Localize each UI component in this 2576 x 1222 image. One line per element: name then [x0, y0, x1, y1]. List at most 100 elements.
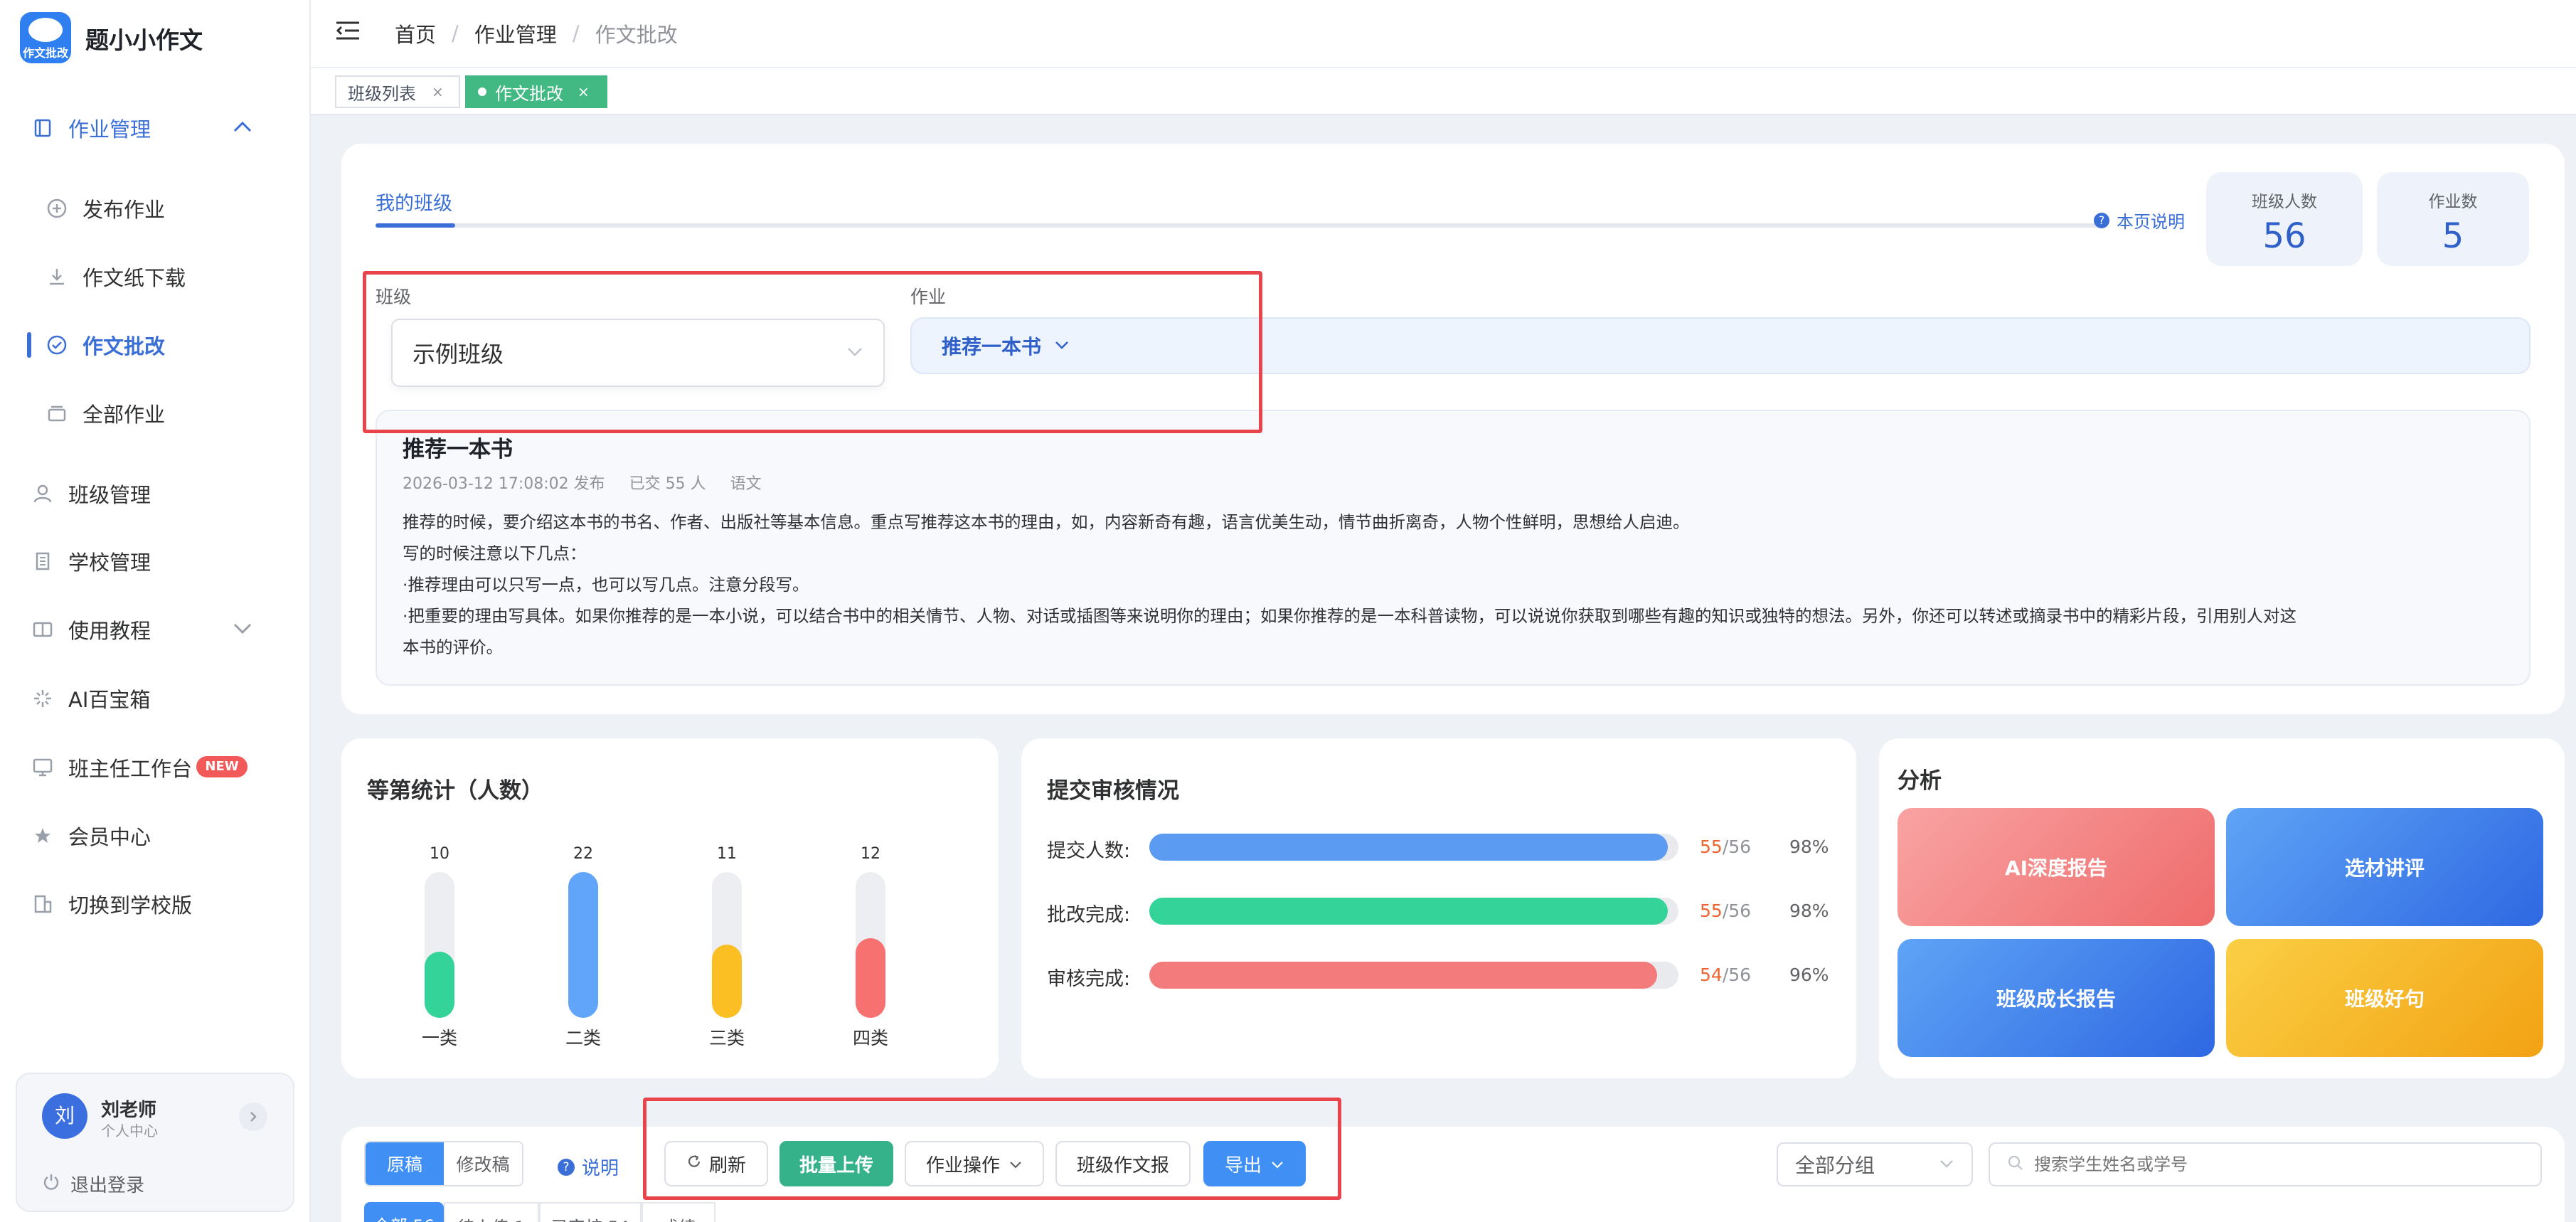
- bar-category-label: 一类: [421, 1028, 457, 1048]
- bar-value-label: 22: [573, 845, 593, 863]
- download-icon: [43, 266, 71, 287]
- review-count: 55/56: [1700, 836, 1751, 857]
- bar-category-label: 四类: [852, 1028, 888, 1048]
- sidebar-item-label: AI百宝箱: [68, 688, 151, 712]
- tab-scores[interactable]: 成绩: [642, 1202, 715, 1222]
- class-good-sentences-tile[interactable]: 班级好句: [2226, 939, 2543, 1057]
- tab-class-list[interactable]: 班级列表 ×: [335, 75, 460, 108]
- chevron-down-icon[interactable]: [232, 619, 253, 640]
- sidebar-item-label: 作文纸下载: [83, 266, 186, 290]
- stat-label: 作业数: [2428, 193, 2478, 211]
- grade-bars: 10 一类 22 二类 11 三类 12 四类: [341, 738, 999, 1078]
- breadcrumb-home[interactable]: 首页: [395, 18, 436, 48]
- assignment-submitted: 已交 55 人: [629, 475, 706, 493]
- sidebar-item-download[interactable]: 作文纸下载: [43, 262, 186, 292]
- tab-pending-upload[interactable]: 待上传 1: [444, 1202, 539, 1222]
- stat-value: 56: [2262, 216, 2306, 256]
- close-icon[interactable]: ×: [578, 83, 590, 100]
- logout-button[interactable]: 退出登录: [42, 1171, 144, 1197]
- bar-category-label: 二类: [565, 1028, 601, 1048]
- search-input[interactable]: [2034, 1154, 2518, 1174]
- review-percent: 98%: [1789, 900, 1829, 921]
- progress-fill: [1149, 962, 1657, 989]
- tab-my-class[interactable]: 我的班级: [376, 188, 452, 216]
- group-select[interactable]: 全部分组: [1777, 1142, 1973, 1186]
- sidebar-item-label: 作业管理: [68, 117, 151, 142]
- bar-category-label: 三类: [708, 1028, 745, 1048]
- assignment-body: 推荐的时候，要介绍这本书的书名、作者、出版社等基本信息。重点写推荐这本书的理由，…: [403, 506, 2508, 663]
- logo-face-icon: [28, 18, 63, 42]
- review-percent: 96%: [1789, 965, 1829, 985]
- review-done-count: 55: [1700, 836, 1723, 857]
- sidebar-item-homework[interactable]: 作业管理: [28, 114, 263, 142]
- assignment-meta: 2026-03-12 17:08:02 发布 已交 55 人 语文: [403, 471, 762, 494]
- sidebar-item-label: 作文批改: [83, 334, 166, 358]
- bar-value-label: 12: [861, 845, 880, 863]
- sidebar-item-label: 全部作业: [83, 403, 166, 427]
- review-total-count: /56: [1722, 965, 1752, 985]
- review-row-label: 批改完成:: [1047, 904, 1131, 926]
- sidebar-item-label: 学校管理: [68, 551, 151, 575]
- review-row-label: 提交人数:: [1047, 840, 1131, 862]
- tab-all[interactable]: 全部 56: [364, 1202, 444, 1222]
- app-title: 题小小作文: [85, 26, 203, 54]
- sidebar-item-ai-box[interactable]: AI百宝箱: [28, 684, 150, 713]
- sparkle-icon: [28, 688, 57, 709]
- chevron-up-icon[interactable]: [232, 118, 253, 139]
- review-count: 54/56: [1700, 965, 1751, 985]
- sidebar-item-school[interactable]: 学校管理: [28, 546, 151, 576]
- original-toggle[interactable]: 原稿: [366, 1142, 444, 1185]
- tab-reviewed[interactable]: 已审核 54: [539, 1202, 642, 1222]
- sidebar-item-workbench[interactable]: 班主任工作台: [28, 753, 192, 782]
- ai-report-tile[interactable]: AI深度报告: [1898, 808, 2215, 926]
- assignment-date: 2026-03-12 17:08:02 发布: [403, 475, 605, 493]
- review-percent: 98%: [1789, 836, 1829, 857]
- review-card: 提交审核情况 提交人数: 55/56 98% 批改完成: 55/56 98% 审核完成: 54…: [1021, 738, 1856, 1078]
- bar-3: [712, 945, 742, 1018]
- sidebar-item-label: 班主任工作台: [68, 757, 193, 781]
- bar-value-label: 11: [717, 845, 737, 863]
- chevron-right-icon[interactable]: [239, 1103, 267, 1131]
- sidebar-item-tutorial[interactable]: 使用教程: [28, 615, 151, 644]
- grade-chart-card: 等第统计（人数） 10 一类 22 二类 11 三类 12 四类: [341, 738, 999, 1078]
- assignment-line: 推荐的时候，要介绍这本书的书名、作者、出版社等基本信息。重点写推荐这本书的理由，…: [403, 512, 1690, 532]
- user-name: 刘老师: [101, 1100, 157, 1121]
- sidebar-item-membership[interactable]: 会员中心: [28, 821, 151, 851]
- user-card[interactable]: 刘 刘老师 个人中心 退出登录: [16, 1073, 294, 1212]
- sidebar-item-grading[interactable]: 作文批改: [43, 330, 165, 360]
- breadcrumb-section[interactable]: 作业管理: [474, 18, 557, 48]
- question-icon: ?: [2094, 212, 2109, 228]
- review-total-count: /56: [1722, 836, 1752, 857]
- top-bar: 首页 / 作业管理 / 作文批改: [311, 0, 2576, 68]
- sidebar-item-switch-school[interactable]: 切换到学校版: [28, 889, 192, 919]
- explain-link[interactable]: ? 说明: [558, 1154, 619, 1180]
- tab-track: [376, 223, 2105, 228]
- sidebar-item-publish[interactable]: 发布作业: [43, 193, 165, 223]
- search-icon: [2007, 1154, 2024, 1174]
- tab-grading[interactable]: 作文批改 ×: [465, 75, 607, 108]
- assignment-line: ·把重要的理由写具体。如果你推荐的是一本小说，可以结合书中的相关情节、人物、对话…: [403, 606, 2296, 626]
- assignment-line: 写的时候注意以下几点：: [403, 543, 587, 563]
- assignment-detail: 推荐一本书 2026-03-12 17:08:02 发布 已交 55 人 语文 …: [376, 410, 2530, 686]
- sidebar-item-label: 发布作业: [83, 198, 166, 222]
- star-icon: [28, 825, 57, 846]
- sidebar-item-all-homework[interactable]: 全部作业: [43, 398, 165, 428]
- bar-value-label: 10: [430, 845, 449, 863]
- sidebar-item-class[interactable]: 班级管理: [28, 479, 151, 509]
- class-growth-report-tile[interactable]: 班级成长报告: [1898, 939, 2215, 1057]
- annotation-box-selectors: [363, 271, 1262, 433]
- revised-toggle[interactable]: 修改稿: [444, 1142, 522, 1185]
- stat-assignments: 作业数 5: [2377, 172, 2529, 266]
- bar-2: [568, 872, 598, 1018]
- tab-label: 班级列表: [348, 83, 416, 104]
- sidebar-item-label: 切换到学校版: [68, 893, 193, 918]
- review-count: 55/56: [1700, 900, 1751, 921]
- menu-collapse-icon[interactable]: [335, 20, 361, 44]
- help-link[interactable]: ? 本页说明: [2094, 208, 2185, 233]
- close-icon[interactable]: ×: [432, 83, 444, 100]
- draft-toggle: 原稿 修改稿: [364, 1141, 523, 1186]
- folder-icon: [43, 403, 71, 424]
- material-review-tile[interactable]: 选材讲评: [2226, 808, 2543, 926]
- help-label: 本页说明: [2117, 212, 2185, 232]
- avatar[interactable]: 刘: [42, 1093, 87, 1139]
